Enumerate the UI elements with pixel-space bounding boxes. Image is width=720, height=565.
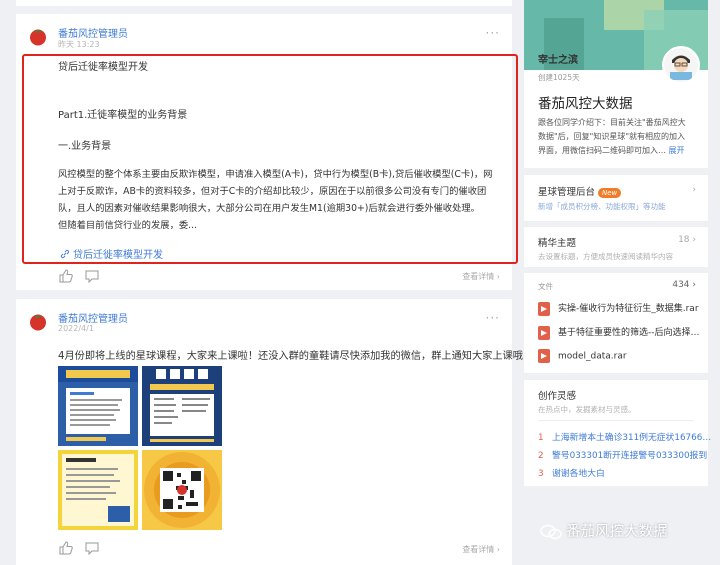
post-actions [58, 541, 110, 558]
post-excerpt[interactable]: 风控模型的整个体系主要由反欺诈模型，申请准入模型(A卡)，贷中行为模型(B卡),… [58, 166, 506, 234]
wechat-icon [540, 524, 562, 540]
post-subheading: 一.业务背景 [58, 141, 112, 152]
pdf-file-icon [538, 349, 550, 363]
post-section-heading: Part1.迁徙率模型的业务背景 [58, 110, 188, 121]
post-title: 贷后迁徙率模型开发 [58, 62, 148, 73]
more-options-icon[interactable]: ··· [486, 26, 500, 40]
post-feed: 番茄风控管理员 昨天 13:23 ··· 贷后迁徙率模型开发 Part1.迁徙率… [16, 0, 533, 565]
previous-post-footer [16, 0, 512, 6]
comment-icon[interactable] [84, 269, 100, 283]
post-card: 番茄风控管理员 昨天 13:23 ··· 贷后迁徙率模型开发 Part1.迁徙率… [16, 14, 518, 290]
post-time: 昨天 13:23 [58, 40, 100, 49]
admin-panel-title: 星球管理后台 New [538, 184, 622, 198]
view-details-link[interactable]: 查看详情 › [462, 271, 500, 282]
planet-avatar[interactable] [662, 46, 700, 84]
post-actions [58, 269, 110, 286]
file-item[interactable]: model_data.rar [538, 349, 627, 363]
hot-topic-item[interactable]: 3 谢谢各地大白 [538, 466, 605, 479]
new-badge: New [598, 188, 622, 198]
tomato-avatar-icon[interactable] [28, 26, 48, 46]
description-line: 跟各位同学介绍下：目前关注"番茄风控大 [538, 118, 686, 127]
description-line: 界面，用微信扫码二维码即可加入… 展开 [538, 146, 685, 155]
inspiration-title: 创作灵感 [538, 391, 577, 402]
inspiration-panel: 创作灵感 在热点中，发掘素材与灵感。 1 上海新增本土确诊311例无症状16766… [524, 380, 711, 486]
view-details-link[interactable]: 查看详情 › [462, 544, 500, 555]
excerpt-line: 风控模型的整个体系主要由反欺诈模型，申请准入模型(A卡)，贷中行为模型(B卡),… [58, 169, 493, 180]
like-icon[interactable] [58, 541, 74, 555]
article-link[interactable]: 贷后迁徙率模型开发 [60, 246, 163, 261]
planet-description: 跟各位同学介绍下：目前关注"番茄风控大 数据"后，回复"知识星球"就有相应的加入… [538, 116, 700, 158]
post-author[interactable]: 番茄风控管理员 [58, 25, 128, 40]
featured-topics-entry[interactable]: 精华主题 18 › 去设置标题，方便成员快速阅读精华内容 [524, 227, 708, 267]
planet-info-card: 宰士之滨 创建1025天 番茄风控大数据 跟各位同学介绍下：目前关注"番茄风控大… [524, 0, 708, 168]
divider [538, 420, 694, 421]
excerpt-line: 上对于反欺诈，AB卡的资料较多，但对于C卡的介绍却比较少，原因在于以前很多公司没… [58, 186, 487, 197]
link-icon [60, 249, 70, 259]
post-time: 2022/4/1 [58, 324, 94, 333]
featured-topics-title: 精华主题 [538, 238, 577, 249]
planet-owner-name: 宰士之滨 [538, 55, 578, 66]
created-days: 创建1025天 [538, 73, 580, 82]
files-panel: 文件 434 › 实操-催收行为特征衍生_数据集.rar 基于特征重要性的筛选-… [524, 273, 708, 373]
expand-link[interactable]: 展开 [669, 146, 685, 155]
files-title: 文件 [538, 282, 553, 291]
course-poster-image[interactable] [58, 366, 138, 446]
article-link-label: 贷后迁徙率模型开发 [73, 250, 163, 261]
more-options-icon[interactable]: ··· [486, 311, 500, 325]
featured-count: 18 › [678, 235, 696, 245]
description-line: 数据"后，回复"知识星球"就有相应的加入 [538, 132, 686, 141]
excerpt-line: 队，且人的因素对催收结果影响很大，大部分公司在用户发生M1(逾期30+)后就会进… [58, 203, 480, 214]
tomato-avatar-icon[interactable] [28, 311, 48, 331]
hot-topic-item[interactable]: 2 警号033301断开连接警号033300报到 [538, 448, 707, 461]
chevron-right-icon: › [692, 185, 696, 195]
admin-panel-subtitle: 新增「成员积分榜、功能权限」等功能 [538, 202, 666, 211]
inspiration-subtitle: 在热点中，发掘素材与灵感。 [538, 405, 636, 414]
file-item[interactable]: 实操-催收行为特征衍生_数据集.rar [538, 301, 699, 316]
file-item[interactable]: 基于特征重要性的筛选--后向选择… [538, 325, 700, 340]
files-count[interactable]: 434 › [672, 280, 696, 290]
hot-topic-item[interactable]: 1 上海新增本土确诊311例无症状16766… [538, 430, 711, 443]
like-icon[interactable] [58, 269, 74, 283]
wechat-qr-code-image[interactable] [142, 450, 222, 530]
excerpt-line: 但随着目前信贷行业的发展，委... [58, 220, 198, 231]
admin-panel-entry[interactable]: 星球管理后台 New 新增「成员积分榜、功能权限」等功能 › [524, 175, 708, 221]
course-poster-image[interactable] [58, 450, 138, 530]
comment-icon[interactable] [84, 541, 100, 555]
wechat-watermark: 番茄风控大数据 [540, 520, 668, 541]
post-card: 番茄风控管理员 2022/4/1 ··· 4月份即将上线的星球课程，大家来上课啦… [16, 299, 533, 565]
planet-title: 番茄风控大数据 [538, 96, 633, 112]
featured-topics-subtitle: 去设置标题，方便成员快速阅读精华内容 [538, 252, 673, 261]
pdf-file-icon [538, 325, 550, 340]
pdf-file-icon [538, 301, 550, 316]
course-poster-image[interactable] [142, 366, 222, 446]
post-author[interactable]: 番茄风控管理员 [58, 310, 128, 325]
post-text: 4月份即将上线的星球课程，大家来上课啦！还没入群的童鞋请尽快添加我的微信，群上通… [58, 351, 534, 362]
